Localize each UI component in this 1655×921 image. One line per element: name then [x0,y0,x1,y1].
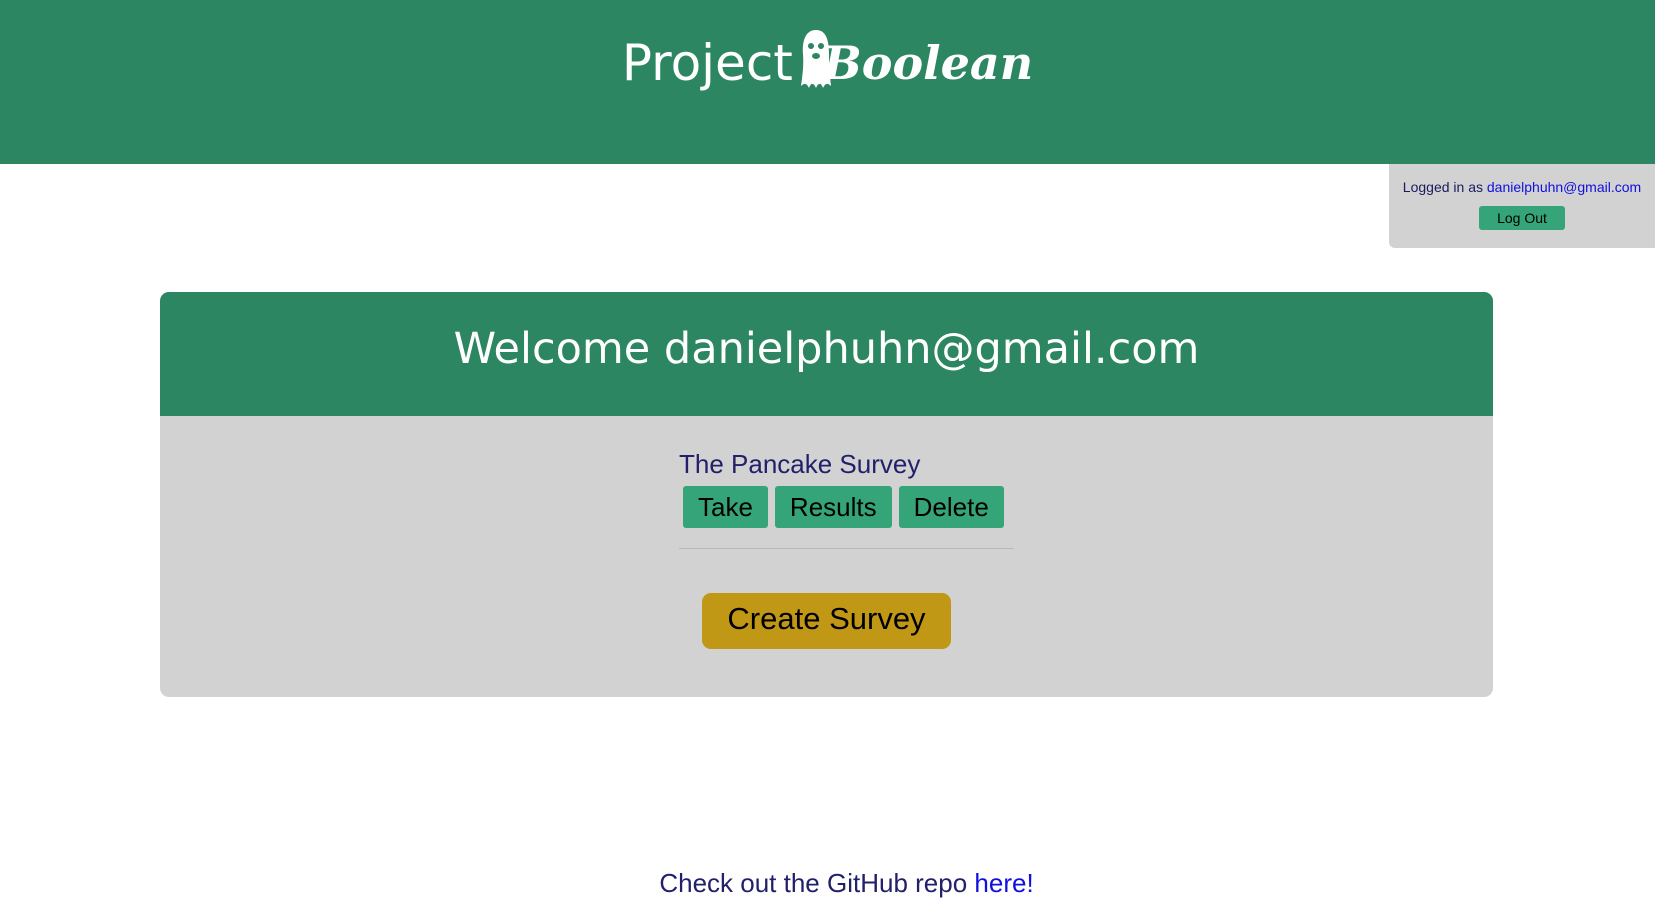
github-repo-link[interactable]: here! [974,868,1033,898]
survey-item: The Pancake Survey Take Results Delete [679,449,1014,528]
survey-actions: Take Results Delete [679,486,1014,528]
footer: Check out the GitHub repo here! [0,868,1655,899]
survey-results-button[interactable]: Results [774,486,892,528]
welcome-card: Welcome danielphuhn@gmail.com The Pancak… [160,292,1493,697]
survey-title: The Pancake Survey [679,449,921,479]
take-survey-button[interactable]: Take [683,486,768,528]
welcome-title: Welcome danielphuhn@gmail.com [160,292,1493,416]
footer-text: Check out the GitHub repo [659,868,968,898]
login-status-panel: Logged in as danielphuhn@gmail.com Log O… [1389,164,1655,248]
login-prefix: Logged in as [1402,179,1483,195]
site-header: Project Boolean [0,0,1655,164]
logo-word-boolean: Boolean [822,36,1034,90]
logout-button[interactable]: Log Out [1479,206,1565,230]
delete-survey-button[interactable]: Delete [898,486,1004,528]
logo-word-project: Project [621,34,793,92]
site-logo[interactable]: Project Boolean [0,28,1655,98]
login-status-text: Logged in as danielphuhn@gmail.com [1389,179,1655,195]
survey-divider [679,548,1014,549]
create-survey-button[interactable]: Create Survey [702,593,951,649]
user-email-link[interactable]: danielphuhn@gmail.com [1487,179,1641,195]
